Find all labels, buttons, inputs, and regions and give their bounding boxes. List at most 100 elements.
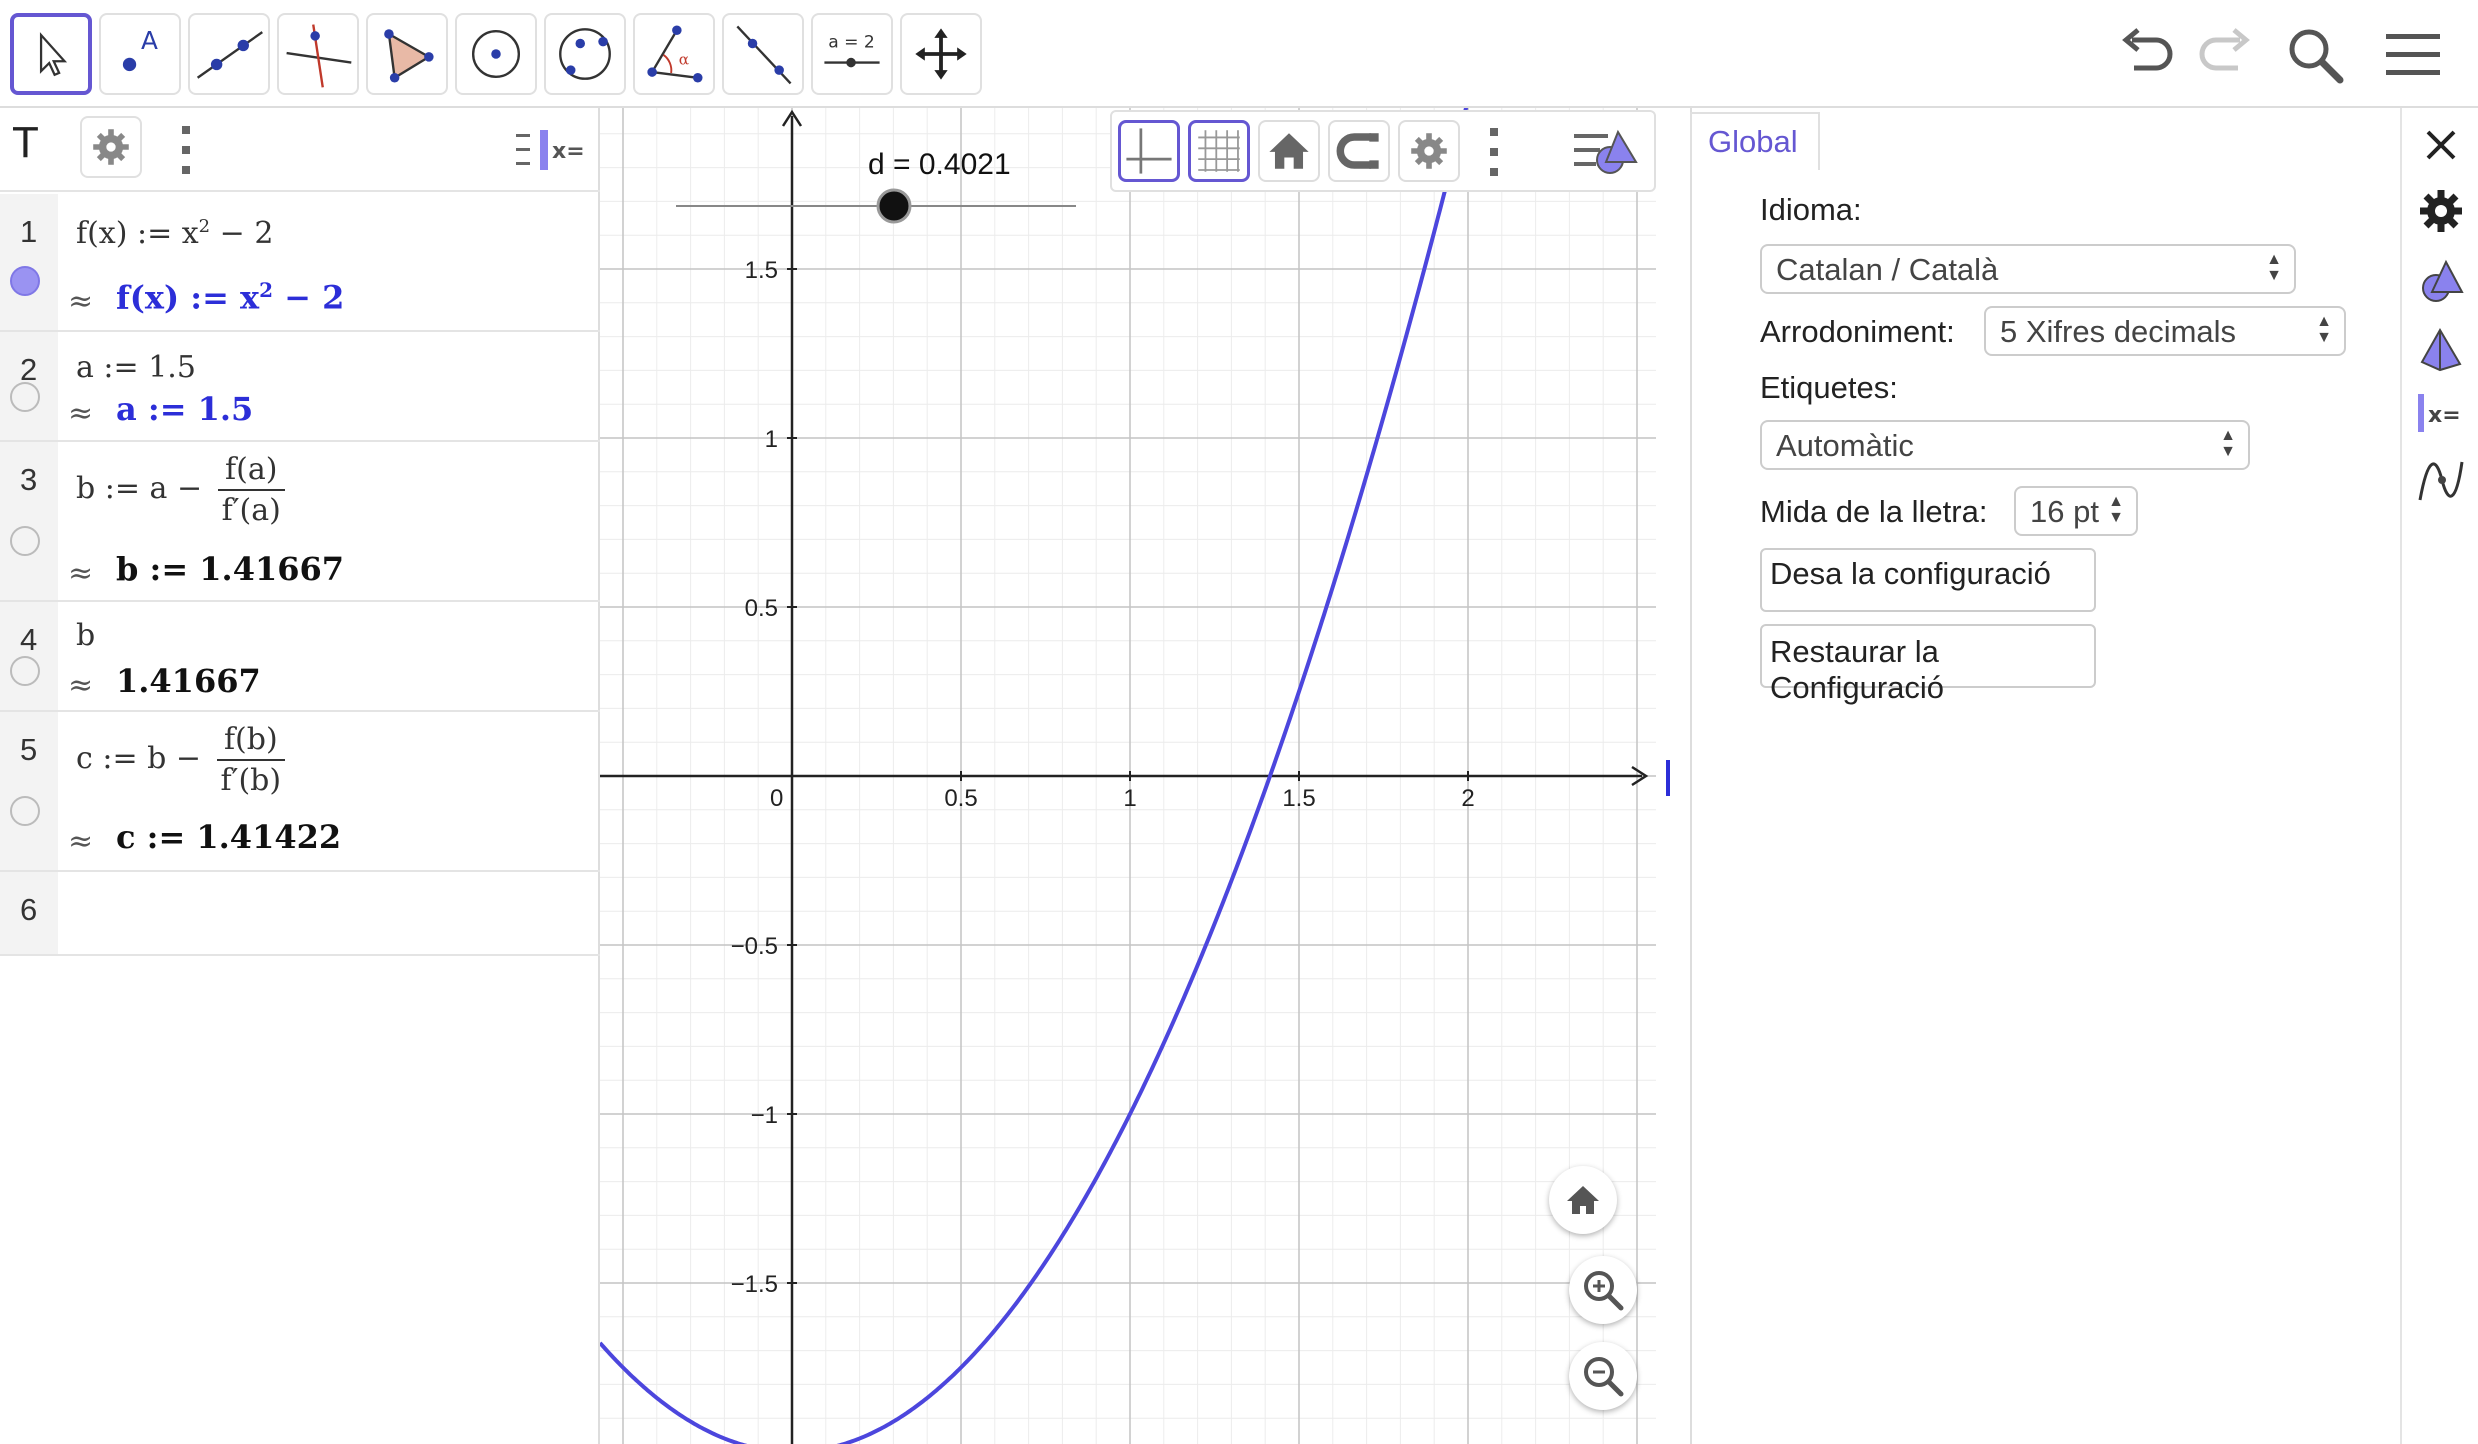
move-tool-button[interactable] [10, 13, 92, 95]
3d-settings-tab[interactable] [2414, 322, 2468, 376]
redo-button[interactable] [2192, 22, 2258, 88]
graphics-canvas[interactable]: 0 0.5 1 1.5 2 1.5 1 0.5 −0.5 −1 −1.5 d = 0.4021 [600, 108, 1656, 1444]
graphics-view[interactable]: 0 0.5 1 1.5 2 1.5 1 0.5 −0.5 −1 −1.5 d = 0.4021 [600, 108, 1656, 1444]
algebra-header: T x= [0, 108, 600, 192]
global-settings-tab[interactable] [2414, 184, 2468, 238]
numerator: f(a) [217, 452, 285, 491]
function-settings-tab[interactable] [2414, 454, 2468, 508]
gear-icon [1411, 133, 1447, 169]
3d-settings-icon [2420, 327, 2462, 372]
row-input[interactable]: c := b − f(b) f′(b) [76, 722, 286, 798]
slider-d[interactable]: d = 0.4021 [676, 148, 1076, 224]
language-select[interactable]: Catalan / Català ▲ ▼ [1760, 244, 2296, 294]
more-vertical-icon[interactable] [176, 122, 196, 178]
slider-tool-button[interactable]: a = 2 [811, 13, 893, 95]
graphics-settings-tab[interactable] [2414, 254, 2468, 308]
point-tool-button[interactable]: A [99, 13, 181, 95]
algebra-row-5[interactable]: 5 c := b − f(b) f′(b) ≈ c := 1.41422 [0, 712, 600, 872]
graphics-style-icon[interactable] [1572, 124, 1644, 180]
show-grid-button[interactable] [1188, 120, 1250, 182]
move-arrows-icon [915, 28, 967, 80]
visibility-toggle[interactable] [10, 382, 40, 412]
close-icon [2426, 130, 2456, 160]
row-input[interactable]: b := a − f(a) f′(a) [76, 452, 285, 528]
zoom-in-button[interactable] [1569, 1256, 1637, 1324]
reflect-line-icon [736, 25, 792, 85]
tab-global[interactable]: Global [1690, 112, 1820, 170]
row-output: a := 1.5 [116, 390, 254, 428]
x-tick-label: 0 [770, 785, 783, 812]
zoom-out-button[interactable] [1569, 1342, 1637, 1410]
circle-center-icon [471, 29, 521, 79]
point-icon: A [122, 26, 158, 72]
select-arrows-icon: ▲ ▼ [2108, 493, 2124, 526]
y-tick-label: 1.5 [745, 257, 778, 284]
more-vertical-icon[interactable] [1484, 124, 1504, 180]
row-input[interactable]: f(x) := x2 − 2 [76, 216, 273, 251]
standard-view-float-button[interactable] [1549, 1166, 1617, 1234]
redo-icon [2199, 28, 2250, 71]
row-output: 1.41667 [116, 662, 261, 700]
home-icon [1269, 133, 1309, 169]
tab-global-label: Global [1708, 124, 1798, 159]
circle-center-tool-button[interactable] [455, 13, 537, 95]
x-tick-label: 0.5 [944, 785, 977, 812]
row-number: 4 [20, 622, 38, 657]
y-tick-label: −1.5 [731, 1271, 778, 1298]
perpendicular-line-tool-button[interactable] [277, 13, 359, 95]
visibility-toggle[interactable] [10, 266, 40, 296]
text-style-icon[interactable]: T [12, 118, 52, 170]
fraction: f(b) f′(b) [216, 722, 286, 798]
circle-three-points-tool-button[interactable] [544, 13, 626, 95]
search-button[interactable] [2282, 22, 2348, 88]
polygon-tool-button[interactable] [366, 13, 448, 95]
view-splitter-handle[interactable] [1666, 760, 1670, 796]
visibility-toggle[interactable] [10, 656, 40, 686]
save-settings-button[interactable]: Desa la configuració [1760, 548, 2096, 612]
line-tool-button[interactable] [188, 13, 270, 95]
algebra-settings-button[interactable] [80, 116, 142, 178]
cursor-arrow-icon [39, 32, 68, 77]
algebra-description-icon[interactable]: x= [514, 128, 585, 172]
expression-lhs: c := b − [76, 741, 201, 776]
algebra-row-3[interactable]: 3 b := a − f(a) f′(a) ≈ b := 1.41667 [0, 442, 600, 602]
slider-knob[interactable] [876, 188, 912, 224]
graphics-settings-button[interactable] [1398, 120, 1460, 182]
undo-button[interactable] [2114, 22, 2180, 88]
y-tick-label: −1 [751, 1102, 778, 1129]
svg-text:α: α [679, 50, 689, 68]
row-number: 6 [20, 892, 38, 927]
row-number: 5 [20, 732, 38, 767]
numerator: f(b) [216, 722, 286, 761]
algebra-row-2[interactable]: 2 a := 1.5 ≈ a := 1.5 [0, 332, 600, 442]
zoom-out-icon [1584, 1357, 1624, 1397]
close-settings-button[interactable] [2414, 118, 2468, 172]
algebra-row-1[interactable]: 1 f(x) := x2 − 2 ≈ f(x) := x2 − 2 [0, 194, 600, 332]
algebra-view: T x= 1 f(x) := x2 − 2 ≈ f(x):= x2 − 2 2… [0, 108, 600, 1444]
show-axes-button[interactable] [1118, 120, 1180, 182]
algebra-settings-tab[interactable]: x= [2414, 386, 2468, 440]
row-input[interactable]: b [76, 618, 95, 653]
point-capturing-button[interactable] [1328, 120, 1390, 182]
main-menu-button[interactable] [2380, 22, 2446, 88]
search-icon [2289, 29, 2344, 84]
restore-line-2: Configuració [1770, 670, 1945, 705]
standard-view-button[interactable] [1258, 120, 1320, 182]
slider-label: d = 0.4021 [868, 148, 1011, 181]
approx-symbol: ≈ [68, 556, 94, 591]
algebra-row-4[interactable]: 4 b ≈ 1.41667 [0, 602, 600, 712]
graphics-settings-icon [2422, 259, 2464, 302]
row-number: 3 [20, 462, 38, 497]
visibility-toggle[interactable] [10, 796, 40, 826]
visibility-toggle[interactable] [10, 526, 40, 556]
restore-settings-button[interactable]: Restaurar la Configuració [1760, 624, 2096, 705]
labeling-select[interactable]: Automàtic ▲ ▼ [1760, 420, 2250, 470]
angle-tool-button[interactable]: α [633, 13, 715, 95]
move-graphics-view-tool-button[interactable] [900, 13, 982, 95]
reflect-tool-button[interactable] [722, 13, 804, 95]
row-input[interactable]: a := 1.5 [76, 350, 196, 385]
rounding-select[interactable]: 5 Xifres decimals ▲ ▼ [1984, 306, 2346, 356]
font-size-select[interactable]: 16 pt ▲ ▼ [2014, 486, 2138, 536]
denominator: f′(a) [221, 493, 281, 528]
algebra-input-row[interactable]: 6 [0, 872, 600, 956]
